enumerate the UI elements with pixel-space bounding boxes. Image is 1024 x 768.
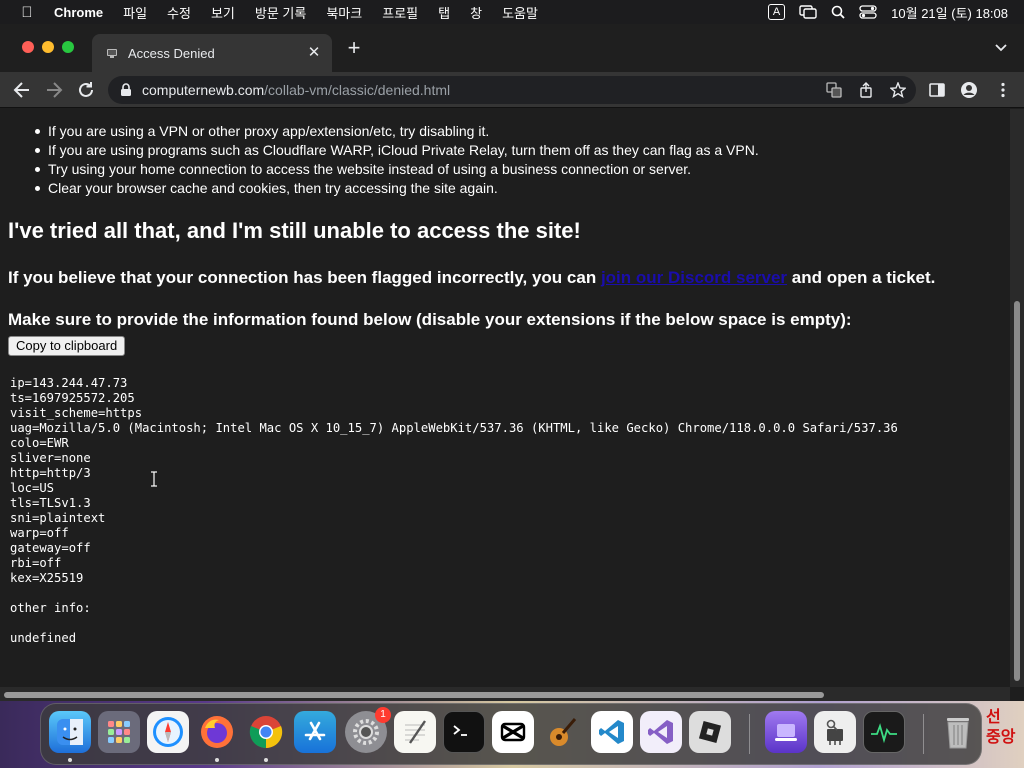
flagged-suffix-text: and open a ticket.	[787, 268, 936, 287]
chrome-menu-kebab-icon[interactable]	[994, 81, 1012, 99]
dock-separator	[923, 714, 924, 754]
web-page-content: If you are using a VPN or other proxy ap…	[0, 109, 1010, 687]
side-panel-icon[interactable]	[928, 81, 946, 99]
browser-toolbar: computernewb.com/collab-vm/classic/denie…	[0, 72, 1024, 108]
finder-running-indicator	[68, 758, 72, 762]
roblox-icon[interactable]	[689, 711, 731, 753]
still-unable-heading: I've tried all that, and I'm still unabl…	[8, 218, 581, 243]
forward-button-icon[interactable]	[44, 80, 64, 100]
spotlight-search-icon[interactable]	[831, 5, 845, 19]
chrome-icon[interactable]	[245, 711, 287, 753]
menu-file[interactable]: 파일	[123, 3, 147, 22]
tab-search-chevron-icon[interactable]	[994, 40, 1010, 56]
translate-icon[interactable]	[826, 82, 842, 98]
horizontal-scrollbar-thumb[interactable]	[4, 692, 824, 698]
tab-access-denied[interactable]: Access Denied ✕	[92, 34, 332, 72]
tab-close-icon[interactable]: ✕	[306, 45, 322, 61]
share-icon[interactable]	[858, 82, 874, 98]
safari-icon[interactable]	[147, 711, 189, 753]
site-favicon-icon	[104, 45, 120, 61]
list-item: Clear your browser cache and cookies, th…	[35, 179, 759, 198]
url-domain: computernewb.com	[142, 82, 265, 98]
vertical-scrollbar[interactable]	[1010, 109, 1024, 687]
new-tab-button[interactable]: +	[344, 37, 364, 59]
bookmark-star-icon[interactable]	[889, 81, 907, 99]
menu-tab[interactable]: 탭	[438, 3, 450, 22]
url-path: /collab-vm/classic/denied.html	[264, 82, 451, 98]
finder-icon[interactable]	[49, 711, 91, 753]
profile-avatar-icon[interactable]	[960, 81, 978, 99]
window-zoom-button[interactable]	[62, 41, 74, 53]
macos-menu-bar:  Chrome 파일 수정 보기 방문 기록 북마크 프로필 탭 창 도움말 …	[0, 0, 1024, 24]
menu-window[interactable]: 창	[470, 3, 482, 22]
input-source-indicator[interactable]: A	[767, 4, 786, 20]
troubleshooting-list: If you are using a VPN or other proxy ap…	[35, 122, 759, 198]
launchpad-icon[interactable]	[98, 711, 140, 753]
terminal-icon[interactable]	[443, 711, 485, 753]
notification-badge: 1	[375, 707, 391, 723]
back-button-icon[interactable]	[12, 80, 32, 100]
trash-icon[interactable]	[937, 711, 979, 753]
activity-monitor-icon[interactable]	[863, 711, 905, 753]
apple-menu-icon[interactable]: 	[16, 4, 38, 21]
provide-info-heading: Make sure to provide the information fou…	[8, 310, 852, 329]
control-center-icon[interactable]	[859, 5, 877, 19]
list-item: If you are using programs such as Cloudf…	[35, 142, 759, 158]
menu-edit[interactable]: 수정	[167, 3, 191, 22]
discord-server-link[interactable]: join our Discord server	[601, 268, 787, 287]
visual-studio-code-icon[interactable]	[591, 711, 633, 753]
chrome-running-indicator	[264, 758, 268, 762]
text-cursor-icon	[150, 471, 158, 487]
vmware-fusion-icon[interactable]	[765, 711, 807, 753]
reload-button-icon[interactable]	[76, 80, 96, 100]
app-store-icon[interactable]	[294, 711, 336, 753]
desktop-corner-text: 선 중앙	[986, 709, 1016, 746]
garageband-icon[interactable]	[541, 711, 583, 753]
flagged-prefix-text: If you believe that your connection has …	[8, 268, 601, 287]
screen-mirroring-icon[interactable]	[799, 5, 817, 19]
macos-dock: 1	[40, 703, 982, 765]
window-close-button[interactable]	[22, 41, 34, 53]
menu-app-name[interactable]: Chrome	[54, 5, 103, 20]
trace-info-block[interactable]: ip=143.244.47.73 ts=1697925572.205 visit…	[10, 376, 898, 646]
address-bar[interactable]: computernewb.com/collab-vm/classic/denie…	[108, 76, 916, 104]
dock-separator	[749, 714, 750, 754]
firefox-icon[interactable]	[196, 711, 238, 753]
tab-title: Access Denied	[128, 45, 215, 61]
menubar-clock[interactable]: 10월 21일 (토) 18:08	[891, 3, 1008, 22]
menu-view[interactable]: 보기	[211, 3, 235, 22]
browser-tab-strip: Access Denied ✕ +	[0, 24, 1024, 72]
flagged-incorrectly-heading: If you believe that your connection has …	[8, 268, 935, 288]
firefox-running-indicator	[215, 758, 219, 762]
menu-profiles[interactable]: 프로필	[382, 3, 418, 22]
list-item: If you are using a VPN or other proxy ap…	[35, 122, 759, 141]
capcut-icon[interactable]	[492, 711, 534, 753]
lock-icon[interactable]	[120, 83, 132, 102]
copy-to-clipboard-button[interactable]: Copy to clipboard	[8, 336, 126, 356]
visual-studio-icon[interactable]	[640, 711, 682, 753]
window-minimize-button[interactable]	[42, 41, 54, 53]
list-item: Try using your home connection to access…	[35, 160, 759, 179]
system-information-icon[interactable]	[814, 711, 856, 753]
url-text[interactable]: computernewb.com/collab-vm/classic/denie…	[142, 82, 450, 98]
horizontal-scrollbar[interactable]	[0, 687, 1010, 701]
menu-history[interactable]: 방문 기록	[255, 3, 306, 22]
system-preferences-icon[interactable]: 1	[345, 707, 391, 753]
textedit-icon[interactable]	[394, 711, 436, 753]
menu-bookmarks[interactable]: 북마크	[326, 3, 362, 22]
menu-help[interactable]: 도움말	[502, 3, 538, 22]
vertical-scrollbar-thumb[interactable]	[1014, 301, 1020, 681]
